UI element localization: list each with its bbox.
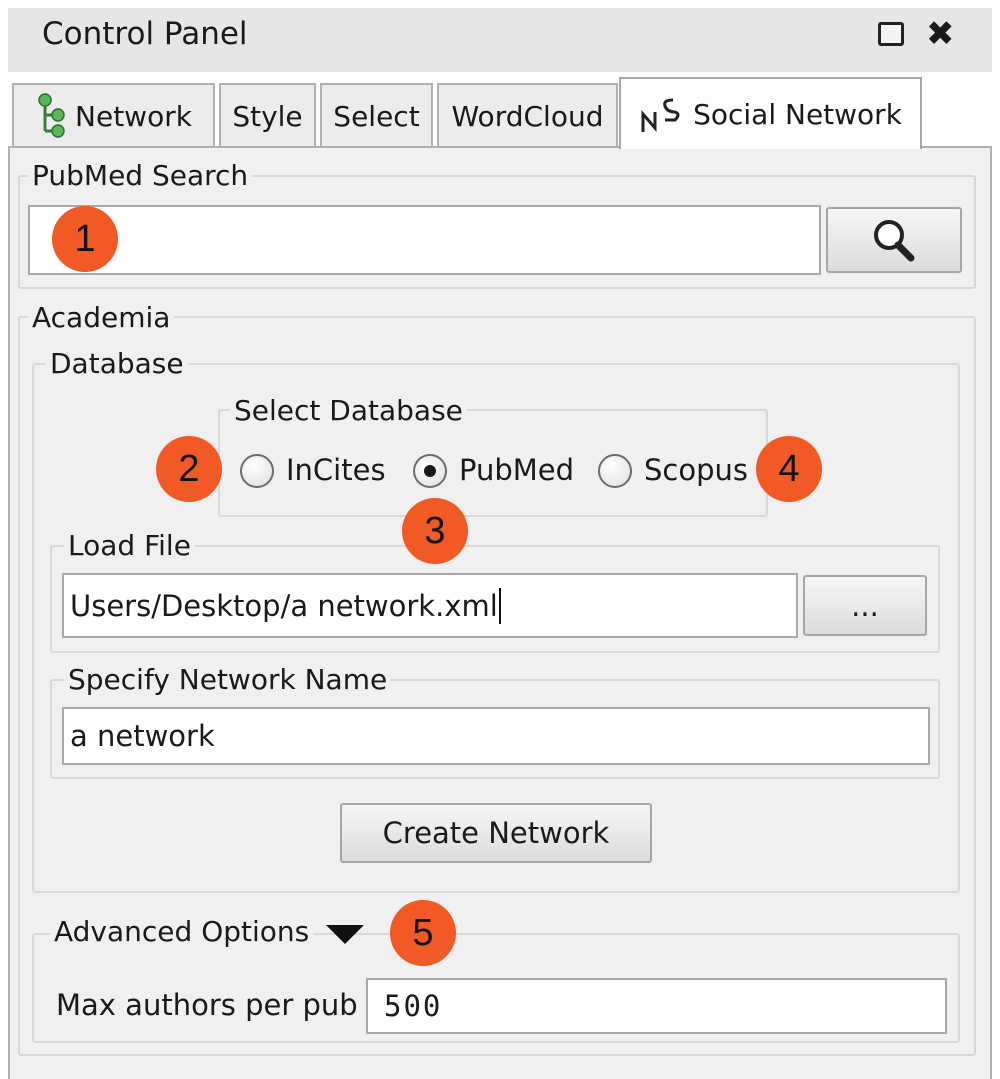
maximize-icon[interactable] (878, 22, 904, 46)
tab-divider (8, 146, 619, 148)
radio-scopus[interactable] (598, 454, 632, 488)
load-file-path-value: Users/Desktop/a network.xml (70, 588, 498, 623)
radio-pubmed-label: PubMed (459, 453, 575, 487)
tab-wordcloud[interactable]: WordCloud (437, 83, 618, 147)
tab-network[interactable]: Network (12, 83, 215, 147)
tab-style[interactable]: Style (219, 83, 316, 147)
social-network-icon (641, 98, 680, 133)
radio-scopus-label: Scopus (644, 453, 748, 487)
callout-2: 2 (156, 436, 222, 502)
tab-select[interactable]: Select (320, 83, 433, 147)
tab-wordcloud-label: WordCloud (451, 99, 604, 133)
pubmed-search-input[interactable] (28, 205, 821, 275)
callout-3: 3 (402, 498, 468, 564)
tab-divider (922, 146, 992, 148)
pubmed-search-legend: PubMed Search (28, 160, 253, 192)
radio-pubmed[interactable] (413, 454, 447, 488)
network-name-input[interactable]: a network (62, 707, 930, 765)
callout-4: 4 (756, 436, 822, 502)
search-button[interactable] (826, 207, 962, 273)
database-legend: Database (46, 348, 188, 380)
load-file-legend: Load File (64, 530, 195, 562)
chevron-down-icon[interactable] (326, 925, 364, 944)
callout-1: 1 (52, 206, 118, 272)
radio-incites[interactable] (240, 454, 274, 488)
network-tree-icon (38, 93, 65, 138)
academia-legend: Academia (28, 302, 175, 334)
load-file-path-input[interactable]: Users/Desktop/a network.xml (62, 573, 798, 638)
tab-style-label: Style (232, 99, 303, 133)
tab-social-network-label: Social Network (693, 97, 902, 131)
browse-file-button[interactable]: ... (803, 575, 927, 636)
radio-selected-dot (424, 465, 436, 477)
select-database-legend: Select Database (230, 395, 467, 427)
create-network-button[interactable]: Create Network (340, 803, 652, 863)
close-icon[interactable]: ✖ (926, 14, 955, 54)
network-name-legend: Specify Network Name (64, 664, 392, 696)
tab-social-network[interactable]: Social Network (619, 77, 922, 149)
advanced-options-legend[interactable]: Advanced Options (50, 916, 314, 948)
max-authors-label: Max authors per pub (56, 988, 358, 1022)
panel-title: Control Panel (42, 16, 248, 52)
max-authors-input[interactable]: 500 (366, 978, 947, 1034)
search-icon (874, 220, 915, 262)
radio-incites-label: InCites (286, 453, 386, 487)
tab-network-label: Network (75, 99, 192, 133)
callout-5: 5 (390, 900, 456, 966)
tab-select-label: Select (333, 99, 420, 133)
text-cursor (498, 587, 501, 624)
